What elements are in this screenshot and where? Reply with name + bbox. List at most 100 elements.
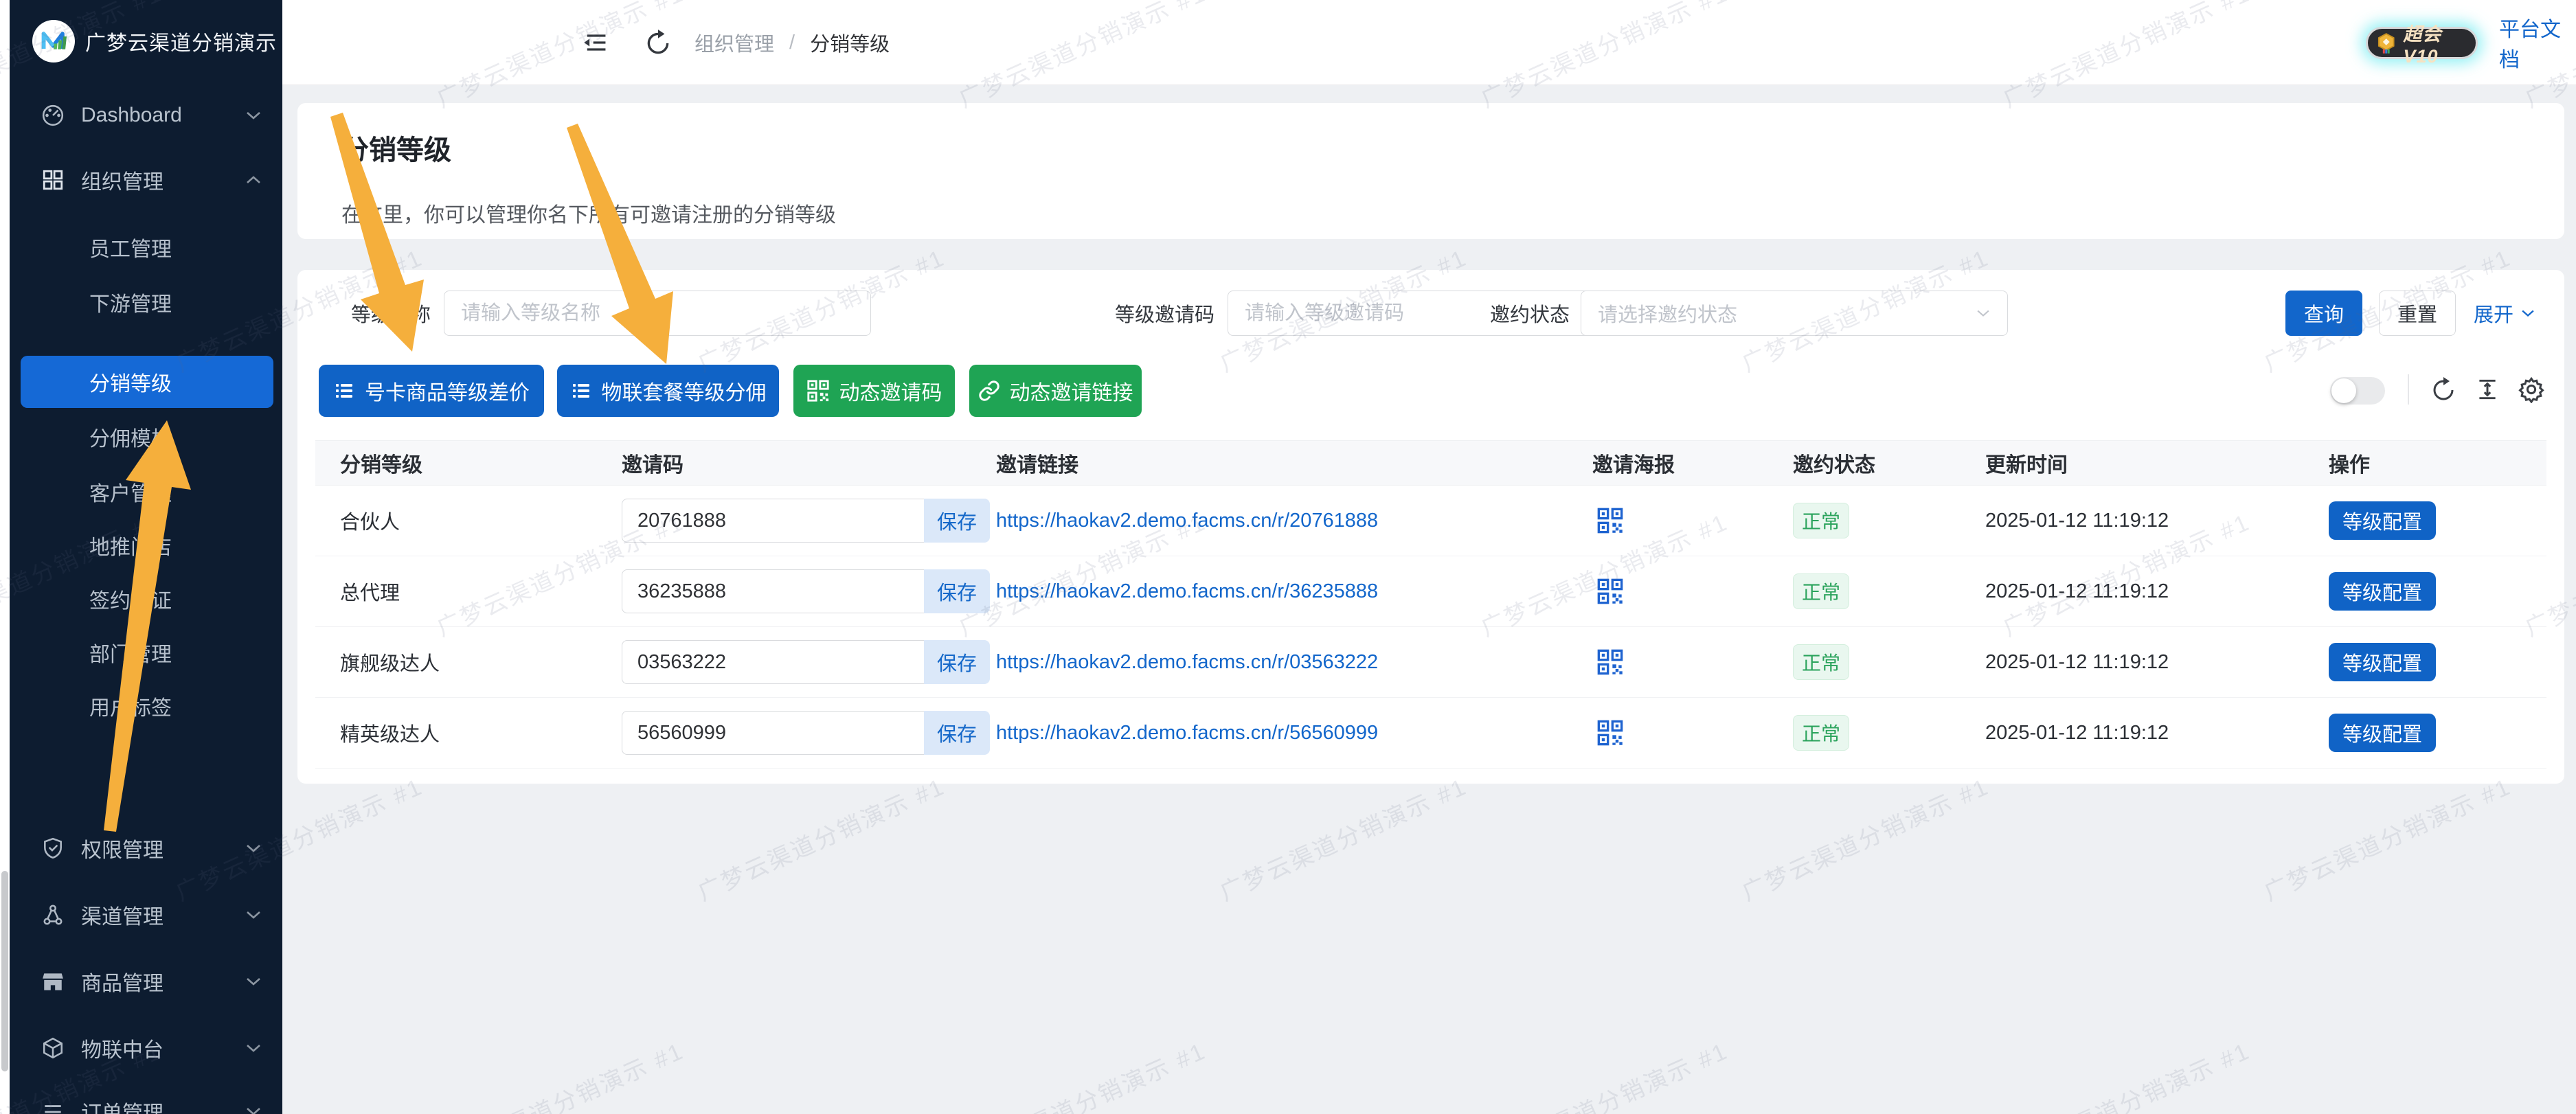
invite-poster-qr-icon[interactable] <box>1592 507 1793 534</box>
vip-badge[interactable]: 超会V10 <box>2366 27 2478 59</box>
platform-docs-link[interactable]: 平台文档 <box>2499 0 2576 85</box>
level-config-button[interactable]: 等级配置 <box>2329 643 2436 681</box>
breadcrumb-parent[interactable]: 组织管理 <box>694 28 774 57</box>
status-badge: 正常 <box>1793 644 1849 680</box>
sidebar-subitem-commission-template[interactable]: 分佣模板 <box>10 418 282 456</box>
sidebar-item-order[interactable]: 订单管理 <box>10 1092 282 1114</box>
qr-code-icon <box>806 379 830 402</box>
level-config-button[interactable]: 等级配置 <box>2329 572 2436 611</box>
breadcrumb-separator: / <box>774 32 810 54</box>
sidebar-subitem-customer[interactable]: 客户管理 <box>10 473 282 511</box>
invite-poster-qr-icon[interactable] <box>1592 578 1793 605</box>
scrollbar-thumb[interactable] <box>1 871 8 1071</box>
invite-link[interactable]: https://haokav2.demo.facms.cn/r/56560999 <box>996 722 1592 744</box>
sidebar-subitem-distribution-level-active[interactable]: 分销等级 <box>21 356 273 408</box>
search-button[interactable]: 查询 <box>2285 291 2362 336</box>
status-badge: 正常 <box>1793 573 1849 609</box>
table-settings-gear-icon[interactable] <box>2515 373 2548 406</box>
sidebar-item-label: Dashboard <box>81 104 182 127</box>
subitem-label: 签约认证 <box>89 584 172 614</box>
invite-code-field[interactable] <box>622 711 924 755</box>
page-title: 分销等级 <box>341 128 451 168</box>
table-view-toggle[interactable] <box>2330 377 2385 405</box>
updated-time: 2025-01-12 11:19:12 <box>1985 722 2329 744</box>
sidebar-item-goods[interactable]: 商品管理 <box>10 962 282 1001</box>
sidebar-item-dashboard[interactable]: Dashboard <box>10 96 282 135</box>
subitem-label: 用户标签 <box>89 691 172 721</box>
table-row: 精英级达人 保存 https://haokav2.demo.facms.cn/r… <box>315 698 2546 769</box>
sidebar-item-label: 渠道管理 <box>81 900 163 930</box>
invite-link[interactable]: https://haokav2.demo.facms.cn/r/20761888 <box>996 510 1592 532</box>
chevron-down-icon <box>245 909 262 920</box>
invite-link[interactable]: https://haokav2.demo.facms.cn/r/03563222 <box>996 651 1592 674</box>
invite-code-label: 等级邀请码 <box>1080 291 1214 336</box>
invite-code-field[interactable] <box>622 569 924 613</box>
save-button[interactable]: 保存 <box>924 569 990 613</box>
row-density-icon[interactable] <box>2471 373 2504 406</box>
grid-icon <box>41 168 65 192</box>
sidebar-subitem-department[interactable]: 部门管理 <box>10 633 282 672</box>
sidebar-item-permission[interactable]: 权限管理 <box>10 829 282 867</box>
chevron-down-icon <box>1976 308 1991 318</box>
invite-status-select[interactable]: 请选择邀约状态 <box>1581 291 2008 336</box>
level-config-button[interactable]: 等级配置 <box>2329 501 2436 540</box>
card-price-diff-button[interactable]: 号卡商品等级差价 <box>319 365 544 417</box>
sidebar-item-label: 订单管理 <box>81 1096 163 1114</box>
button-label: 动态邀请码 <box>839 376 942 406</box>
sidebar-subitem-downstream[interactable]: 下游管理 <box>10 283 282 321</box>
subitem-label: 地推门店 <box>89 530 172 560</box>
level-name: 精英级达人 <box>315 718 622 747</box>
sidebar-subitem-ground-store[interactable]: 地推门店 <box>10 526 282 565</box>
col-header-updated: 更新时间 <box>1985 448 2329 478</box>
invite-code-field[interactable] <box>622 640 924 684</box>
save-button[interactable]: 保存 <box>924 711 990 755</box>
cube-icon <box>41 1036 65 1060</box>
subitem-label: 分销等级 <box>89 367 172 397</box>
dynamic-qr-button[interactable]: 动态邀请码 <box>793 365 955 417</box>
chevron-down-icon <box>245 843 262 854</box>
storefront-icon <box>41 970 65 993</box>
sidebar-item-label: 权限管理 <box>81 833 163 863</box>
sidebar-item-iot[interactable]: 物联中台 <box>10 1029 282 1067</box>
page-header-card: 分销等级 在这里，你可以管理你名下所有可邀请注册的分销等级 <box>297 103 2564 239</box>
medal-icon <box>2375 32 2398 55</box>
reset-button[interactable]: 重置 <box>2379 291 2456 336</box>
sidebar-item-channel[interactable]: 渠道管理 <box>10 896 282 934</box>
refresh-page-icon[interactable] <box>644 0 673 85</box>
dynamic-link-button[interactable]: 动态邀请链接 <box>969 365 1142 417</box>
level-name-input[interactable] <box>444 291 871 336</box>
sidebar-subitem-user-tag[interactable]: 用户标签 <box>10 687 282 725</box>
expand-filters-link[interactable]: 展开 <box>2474 291 2535 336</box>
iot-commission-button[interactable]: 物联套餐等级分佣 <box>557 365 779 417</box>
button-label: 动态邀请链接 <box>1010 376 1133 406</box>
level-config-button[interactable]: 等级配置 <box>2329 714 2436 752</box>
invite-code-field[interactable] <box>622 499 924 543</box>
share-network-icon <box>41 903 65 927</box>
status-badge: 正常 <box>1793 503 1849 538</box>
refresh-table-icon[interactable] <box>2427 373 2460 406</box>
select-placeholder: 请选择邀约状态 <box>1598 299 1976 328</box>
level-name: 合伙人 <box>315 506 622 535</box>
table-row: 合伙人 保存 https://haokav2.demo.facms.cn/r/2… <box>315 486 2546 556</box>
sidebar-subitem-staff[interactable]: 员工管理 <box>10 228 282 266</box>
link-icon <box>978 380 1000 402</box>
subitem-label: 员工管理 <box>89 232 172 262</box>
col-header-poster: 邀请海报 <box>1592 448 1793 478</box>
page-subtitle: 在这里，你可以管理你名下所有可邀请注册的分销等级 <box>341 198 836 228</box>
invite-poster-qr-icon[interactable] <box>1592 719 1793 747</box>
collapse-sidebar-icon[interactable] <box>582 0 609 85</box>
invite-poster-qr-icon[interactable] <box>1592 648 1793 676</box>
sidebar-subitem-sign-auth[interactable]: 签约认证 <box>10 580 282 618</box>
save-button[interactable]: 保存 <box>924 499 990 543</box>
col-header-code: 邀请码 <box>622 448 996 478</box>
main-card: 等级名称 等级邀请码 邀约状态 请选择邀约状态 查询 重置 展开 号卡商品等级差… <box>297 270 2564 784</box>
brand: 广梦云渠道分销演示 <box>10 0 282 82</box>
updated-time: 2025-01-12 11:19:12 <box>1985 510 2329 532</box>
page-scrollbar[interactable] <box>0 0 10 1114</box>
sidebar-item-org[interactable]: 组织管理 <box>10 161 282 199</box>
sidebar-item-label: 组织管理 <box>81 165 163 195</box>
save-button[interactable]: 保存 <box>924 640 990 684</box>
invite-link[interactable]: https://haokav2.demo.facms.cn/r/36235888 <box>996 580 1592 603</box>
sidebar: 广梦云渠道分销演示 Dashboard 组织管理 员工管理 下游管理 分销等级 … <box>10 0 282 1114</box>
levels-table: 分销等级 邀请码 邀请链接 邀请海报 邀约状态 更新时间 操作 合伙人 保存 h… <box>315 440 2546 769</box>
